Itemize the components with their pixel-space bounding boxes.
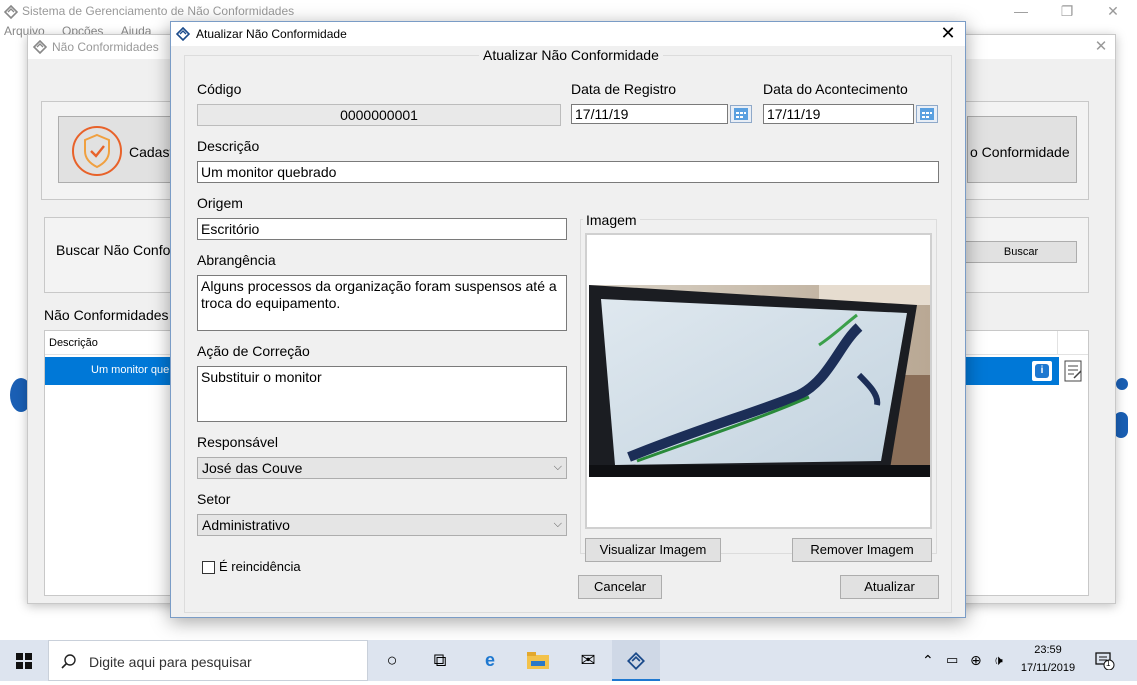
clock-time[interactable]: 23:59 — [1020, 644, 1076, 656]
calendar-icon[interactable] — [730, 105, 752, 123]
table-cell-description: Um monitor queb — [91, 364, 176, 376]
responsavel-select[interactable]: José das Couve ⌵ — [197, 457, 567, 479]
windows-start-icon[interactable] — [0, 640, 48, 681]
cancel-button[interactable]: Cancelar — [578, 575, 662, 599]
list-title: Não Conformidades c — [44, 307, 180, 323]
globe-icon[interactable]: ⊕ — [970, 652, 982, 669]
setor-select[interactable]: Administrativo ⌵ — [197, 514, 567, 536]
responsavel-value: José das Couve — [202, 460, 303, 476]
acao-correcao-label: Ação de Correção — [197, 343, 310, 359]
search-icon — [61, 654, 76, 669]
app-logo-icon[interactable] — [612, 640, 660, 681]
edit-document-icon[interactable] — [1059, 357, 1088, 385]
broken-monitor-image — [589, 285, 930, 477]
data-acontecimento-field[interactable]: 17/11/19 — [763, 104, 914, 124]
notification-icon[interactable]: 1 — [1095, 650, 1115, 671]
search-label: Buscar Não Confor — [56, 242, 176, 258]
image-group-title: Imagem — [583, 212, 640, 228]
close-icon[interactable]: ✕ — [931, 22, 965, 46]
nao-conformidade-button[interactable]: o Conformidade — [967, 116, 1077, 183]
app-logo-icon — [176, 27, 190, 41]
reincidencia-checkbox[interactable] — [202, 561, 215, 574]
taskbar-search-box[interactable]: Digite aqui para pesquisar — [48, 640, 368, 681]
volume-icon[interactable]: 🕩 — [994, 652, 1003, 669]
origem-field[interactable]: Escritório — [197, 218, 567, 240]
background-shape — [1116, 378, 1128, 390]
main-window-title: Sistema de Gerenciamento de Não Conformi… — [22, 4, 295, 18]
child-window-title: Não Conformidades — [52, 40, 159, 54]
file-explorer-icon[interactable] — [514, 640, 562, 681]
dialog-titlebar: Atualizar Não Conformidade ✕ — [171, 22, 965, 46]
chevron-down-icon: ⌵ — [553, 518, 562, 530]
info-icon[interactable]: i — [1032, 361, 1052, 381]
search-button[interactable]: Buscar — [965, 241, 1077, 263]
app-logo-icon — [33, 40, 47, 54]
acao-correcao-field[interactable]: Substituir o monitor — [197, 366, 567, 422]
battery-icon[interactable]: ▭ — [946, 652, 958, 668]
reincidencia-label: É reincidência — [219, 559, 301, 574]
shield-check-icon — [72, 126, 122, 176]
view-image-button[interactable]: Visualizar Imagem — [585, 538, 721, 562]
minimize-icon[interactable]: — — [998, 0, 1044, 24]
mail-icon[interactable]: ✉ — [564, 640, 612, 681]
nao-conformidade-button-label: o Conformidade — [970, 144, 1070, 160]
taskbar: Digite aqui para pesquisar ○ ⧉ e ✉ ⌃ ▭ ⊕… — [0, 640, 1137, 681]
column-divider — [1057, 331, 1058, 355]
close-icon[interactable]: ✕ — [1090, 0, 1136, 24]
notification-count: 1 — [1106, 659, 1111, 668]
task-view-icon[interactable]: ⧉ — [416, 640, 464, 681]
setor-value: Administrativo — [202, 517, 290, 533]
update-dialog: Atualizar Não Conformidade ✕ Atualizar N… — [170, 21, 966, 618]
abrangencia-field[interactable]: Alguns processos da organização foram su… — [197, 275, 567, 331]
app-logo-icon — [4, 5, 18, 19]
calendar-icon[interactable] — [916, 105, 938, 123]
descricao-label: Descrição — [197, 138, 260, 154]
form-group-title: Atualizar Não Conformidade — [479, 47, 663, 63]
chevron-down-icon: ⌵ — [553, 461, 562, 473]
data-registro-field[interactable]: 17/11/19 — [571, 104, 728, 124]
origem-label: Origem — [197, 195, 243, 211]
register-button[interactable]: Cadastr — [58, 116, 178, 183]
abrangencia-label: Abrangência — [197, 252, 276, 268]
background-shape — [1114, 412, 1128, 438]
taskbar-search-placeholder: Digite aqui para pesquisar — [89, 654, 252, 670]
dialog-title: Atualizar Não Conformidade — [196, 27, 347, 41]
update-button[interactable]: Atualizar — [840, 575, 939, 599]
maximize-icon[interactable]: ❐ — [1044, 0, 1090, 24]
codigo-label: Código — [197, 81, 242, 97]
setor-label: Setor — [197, 491, 231, 507]
cortana-icon[interactable]: ○ — [368, 640, 416, 681]
table-header-description: Descrição — [49, 337, 98, 349]
clock-date[interactable]: 17/11/2019 — [1020, 662, 1076, 674]
data-registro-label: Data de Registro — [571, 81, 677, 97]
data-acontecimento-label: Data do Acontecimento — [763, 81, 908, 97]
remove-image-button[interactable]: Remover Imagem — [792, 538, 932, 562]
image-preview — [585, 233, 932, 529]
descricao-field[interactable]: Um monitor quebrado — [197, 161, 939, 183]
responsavel-label: Responsável — [197, 434, 278, 450]
edge-icon[interactable]: e — [466, 640, 514, 681]
codigo-field: 0000000001 — [197, 104, 561, 126]
close-icon[interactable]: ✕ — [1091, 37, 1111, 57]
chevron-up-icon[interactable]: ⌃ — [922, 652, 934, 669]
